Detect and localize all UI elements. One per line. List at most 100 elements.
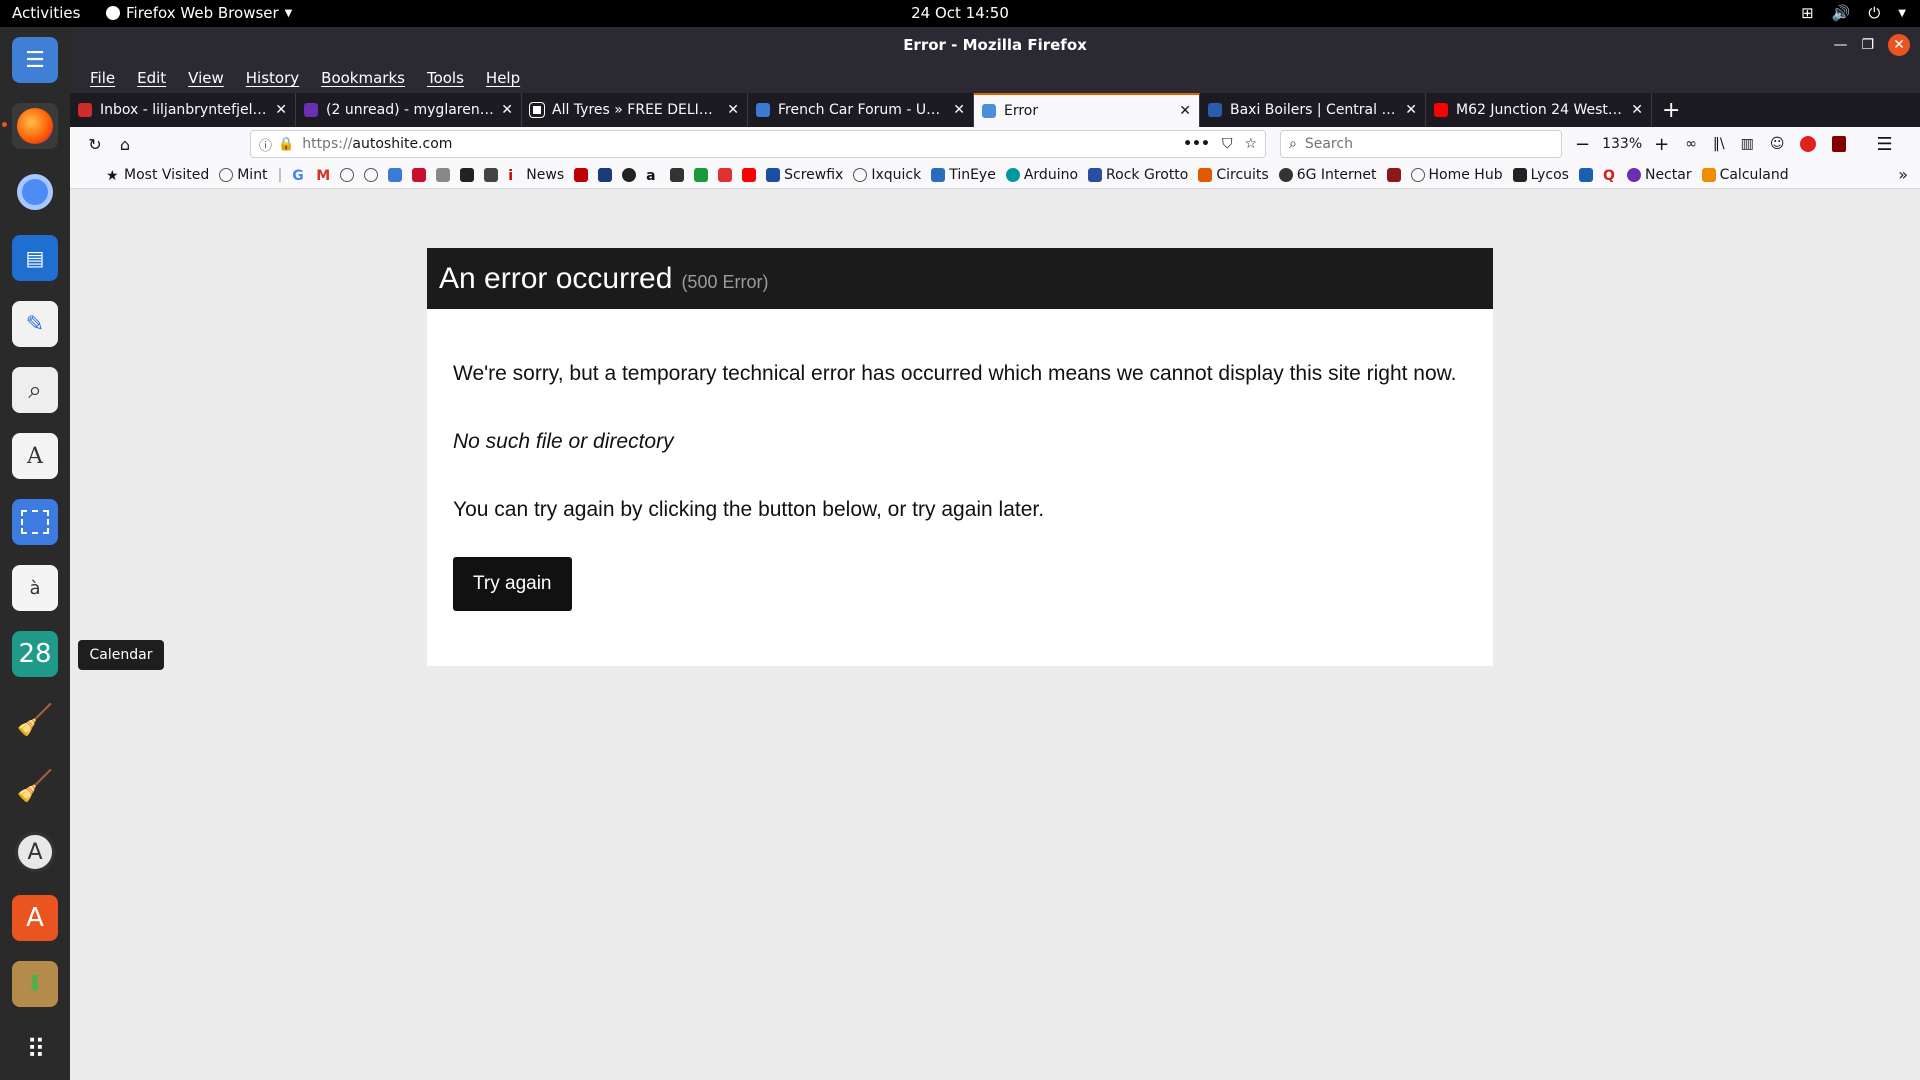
ublock-icon[interactable] (1832, 136, 1847, 152)
bookmark-item[interactable]: Calculand (1701, 167, 1789, 183)
bookmark-item[interactable]: i News (508, 167, 564, 184)
library-icon[interactable]: ‖\ (1713, 136, 1725, 152)
globe-icon[interactable] (340, 167, 355, 182)
pocket-icon[interactable]: ⛉ (1222, 136, 1233, 152)
bookmark-item[interactable]: Rock Grotto (1088, 167, 1188, 183)
q-icon[interactable]: Q (1603, 168, 1617, 184)
menu-file[interactable]: File (90, 69, 115, 87)
union-flag-icon[interactable] (412, 167, 427, 182)
menu-edit[interactable]: Edit (137, 69, 166, 87)
zoom-out-button[interactable]: − (1575, 134, 1590, 155)
document-viewer-icon[interactable]: A (12, 433, 58, 479)
reload-icon[interactable]: ↻ (80, 131, 110, 157)
tab[interactable]: All Tyres » FREE DELIVER ✕ (522, 93, 748, 127)
archive-manager-icon[interactable]: ⬇ (12, 961, 58, 1007)
url-bar[interactable]: ⓘ 🔒 https://autoshite.com ••• ⛉ ☆ (250, 130, 1266, 158)
bookmark-icon[interactable] (718, 167, 733, 182)
screenshot-icon[interactable] (12, 499, 58, 545)
youtube-icon[interactable] (742, 167, 757, 182)
close-window-button[interactable]: ✕ (1888, 34, 1910, 56)
tab[interactable]: Inbox - liljanbryntefjell@ ✕ (70, 93, 296, 127)
bookmark-icon[interactable] (388, 167, 403, 182)
google-icon[interactable]: G (292, 168, 306, 184)
software-center-icon[interactable]: A (12, 895, 58, 941)
close-tab-icon[interactable]: ✕ (953, 102, 965, 118)
bookmark-item[interactable]: Mint (219, 167, 268, 183)
menu-help[interactable]: Help (486, 69, 520, 87)
close-tab-icon[interactable]: ✕ (501, 102, 513, 118)
menu-tools[interactable]: Tools (427, 69, 464, 87)
magnifier-icon[interactable]: ⌕ (12, 367, 58, 413)
activities-button[interactable]: Activities (12, 4, 80, 22)
bookmark-item[interactable]: Screwfix (766, 167, 843, 183)
home-icon[interactable]: ⌂ (110, 131, 140, 157)
search-box[interactable]: ⌕ Search (1280, 130, 1562, 158)
bookmark-item[interactable]: TinEye (931, 167, 996, 183)
bookmark-icon[interactable] (436, 167, 451, 182)
text-editor-icon[interactable]: ✎ (12, 301, 58, 347)
page-actions-icon[interactable]: ••• (1183, 136, 1210, 152)
tab[interactable]: M62 Junction 24 Westbo ✕ (1426, 93, 1652, 127)
system-tray[interactable]: ⊞ 🔊 ⏻ ▼ (1801, 4, 1906, 22)
bookmark-item[interactable]: Home Hub (1410, 167, 1503, 183)
bookmark-item[interactable]: Ixquick (853, 167, 921, 183)
close-tab-icon[interactable]: ✕ (727, 102, 739, 118)
tab[interactable]: (2 unread) - myglaren@b ✕ (296, 93, 522, 127)
bookmark-icon[interactable] (484, 167, 499, 182)
close-tab-icon[interactable]: ✕ (1405, 102, 1417, 118)
bleachbit-icon[interactable]: 🧹 (12, 697, 58, 743)
info-icon[interactable]: ⓘ (259, 135, 272, 154)
zoom-in-button[interactable]: + (1654, 134, 1669, 155)
maximize-button[interactable]: ❐ (1861, 37, 1874, 53)
minimize-button[interactable]: — (1833, 37, 1847, 53)
dn-icon[interactable] (574, 167, 589, 182)
gmail-icon[interactable]: M (316, 168, 330, 184)
bookmark-item[interactable]: 6G Internet (1278, 167, 1377, 183)
bookmark-item[interactable]: ★ Most Visited (106, 167, 209, 184)
chromium-icon[interactable] (12, 169, 58, 215)
menu-history[interactable]: History (246, 69, 299, 87)
extension-icon[interactable]: ∞ (1685, 136, 1697, 152)
account-icon[interactable]: ☺ (1770, 136, 1785, 152)
bookmark-item[interactable]: Lycos (1512, 167, 1569, 183)
window-titlebar[interactable]: Error - Mozilla Firefox — ❐ ✕ (70, 27, 1920, 63)
bookmark-item[interactable]: Arduino (1005, 167, 1078, 183)
amazon-icon[interactable]: a (646, 168, 660, 184)
bookmark-item[interactable]: Nectar (1626, 167, 1692, 183)
bookmark-icon[interactable] (1578, 167, 1593, 182)
try-again-button[interactable]: Try again (453, 557, 572, 611)
gp-icon[interactable] (598, 167, 613, 182)
adblock-icon[interactable] (1800, 136, 1817, 152)
bookmark-icon[interactable] (694, 167, 709, 182)
firefox-icon[interactable] (12, 103, 58, 149)
bookmark-item[interactable]: Circuits (1198, 167, 1269, 183)
menu-view[interactable]: View (188, 69, 224, 87)
sidebar-icon[interactable]: ▥ (1741, 136, 1754, 152)
globe-icon[interactable] (364, 167, 379, 182)
calendar-icon[interactable]: 28 (12, 631, 58, 677)
tab[interactable]: Baxi Boilers | Central He ✕ (1200, 93, 1426, 127)
writer-icon[interactable]: ▤ (12, 235, 58, 281)
app-menu[interactable]: Firefox Web Browser ▼ (106, 4, 292, 22)
bookmark-star-icon[interactable]: ☆ (1244, 136, 1257, 152)
file-manager-icon[interactable]: ☰ (12, 37, 58, 83)
hamburger-menu-icon[interactable]: ☰ (1876, 134, 1892, 155)
zoom-level[interactable]: 133% (1596, 136, 1648, 152)
menu-bookmarks[interactable]: Bookmarks (321, 69, 405, 87)
close-tab-icon[interactable]: ✕ (1179, 103, 1191, 119)
shop-icon[interactable] (670, 167, 685, 182)
bookmarks-overflow-icon[interactable]: » (1898, 165, 1908, 184)
bleachbit-root-icon[interactable]: 🧹 (12, 763, 58, 809)
bookmark-icon[interactable] (1386, 167, 1401, 182)
clock[interactable]: 24 Oct 14:50 (911, 4, 1009, 22)
bbc-icon[interactable] (460, 167, 475, 182)
tab[interactable]: French Car Forum - Unre ✕ (748, 93, 974, 127)
character-map-icon[interactable]: à (12, 565, 58, 611)
show-applications-icon[interactable]: ⠿ (12, 1027, 58, 1073)
bookmark-icon[interactable] (622, 167, 637, 182)
software-updater-icon[interactable]: A (12, 829, 58, 875)
new-tab-button[interactable]: + (1652, 93, 1690, 127)
close-tab-icon[interactable]: ✕ (275, 102, 287, 118)
close-tab-icon[interactable]: ✕ (1631, 102, 1643, 118)
tab-active[interactable]: Error ✕ (974, 93, 1200, 127)
